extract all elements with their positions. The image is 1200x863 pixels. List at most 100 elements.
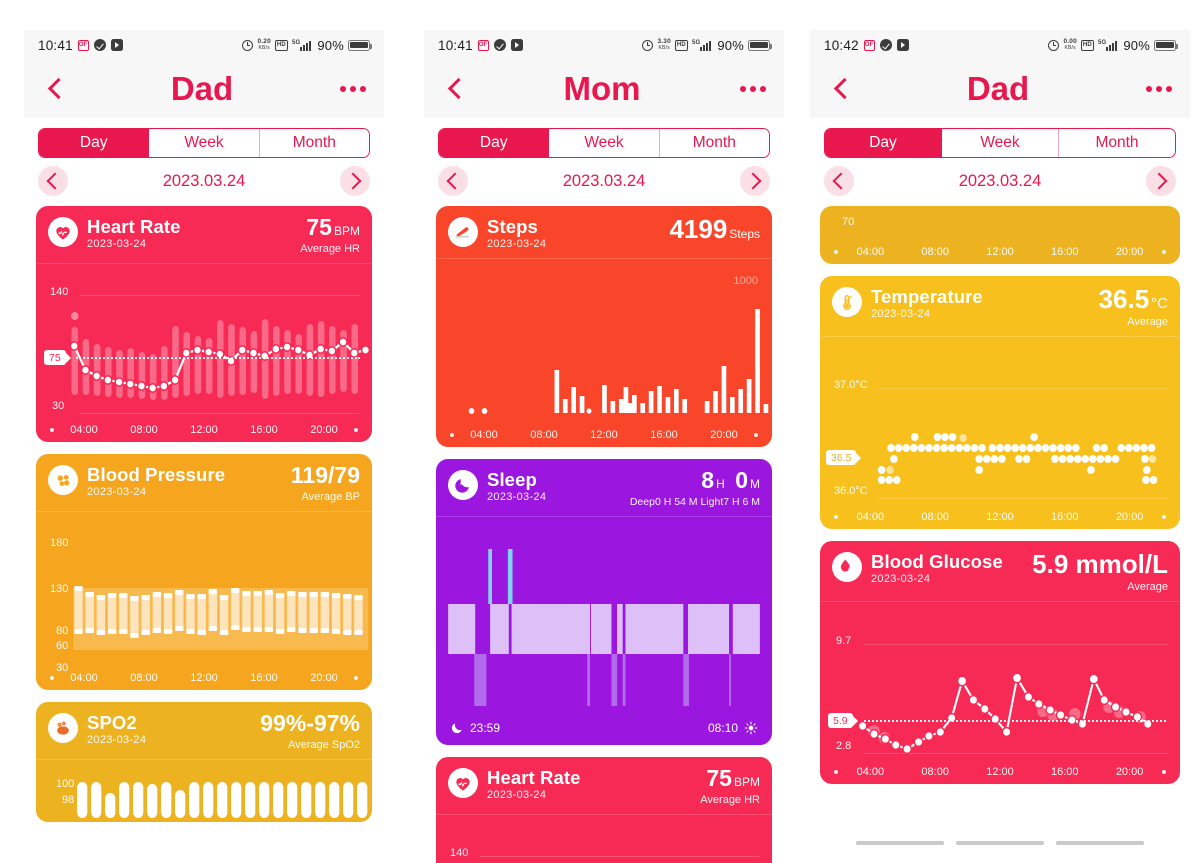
card-value: 119/79	[290, 462, 360, 488]
prev-day-button[interactable]	[438, 166, 468, 196]
card-spo2[interactable]: SPO2 2023-03-24 99%-97% Average SpO2 100…	[36, 702, 372, 822]
heart-rate-icon	[448, 767, 478, 798]
play-square-icon	[896, 39, 909, 51]
card-header: Blood Glucose 2023-03-24 5.9 mmol/L Aver…	[820, 541, 1180, 602]
card-sleep[interactable]: Sleep 2023-03-24 8H 0M Deep0 H 54 M Ligh…	[436, 459, 772, 745]
x-axis: 04:00 08:00 12:00 16:00 20:00	[820, 246, 1180, 258]
card-unit: Steps	[729, 227, 760, 241]
card-header: Heart Rate 2023-03-24 75 BPM Average HR	[436, 757, 772, 815]
back-button[interactable]	[442, 76, 468, 102]
spo2-icon	[48, 713, 78, 743]
battery-percent: 90%	[717, 37, 744, 53]
tab-week[interactable]: Week	[549, 129, 660, 157]
x-axis: 04:00 08:00 12:00 16:00 20:00	[436, 429, 772, 441]
home-indicator-bar	[956, 841, 1044, 845]
prev-day-button[interactable]	[38, 166, 68, 196]
next-day-button[interactable]	[1146, 166, 1176, 196]
tab-day[interactable]: Day	[39, 129, 150, 157]
card-date: 2023-03-24	[87, 486, 147, 498]
card-title: Steps	[487, 216, 538, 237]
sleep-minutes-unit: M	[750, 477, 760, 491]
tab-month[interactable]: Month	[1059, 129, 1175, 157]
card-blood-glucose[interactable]: Blood Glucose 2023-03-24 5.9 mmol/L Aver…	[820, 541, 1180, 784]
prev-day-button[interactable]	[824, 166, 854, 196]
card-heart-rate[interactable]: Heart Rate 2023-03-24 75 BPM Average HR 1…	[36, 206, 372, 442]
x-axis: 04:00 08:00 12:00 16:00 20:00	[820, 511, 1180, 523]
nav-bar: Dad	[810, 60, 1190, 118]
tab-month[interactable]: Month	[259, 129, 369, 157]
x-tick: 16:00	[1051, 511, 1079, 523]
heart-rate-icon	[48, 217, 78, 247]
y-axis-70: 70	[842, 216, 855, 228]
x-tick: 04:00	[70, 424, 98, 436]
card-date: 2023-03-24	[871, 573, 931, 585]
spo2-plot	[77, 782, 368, 818]
tab-week[interactable]: Week	[149, 129, 260, 157]
screen-dad-1: 10:41 OF 0.20 KB/s HD 5G 90% Dad Day Wee…	[0, 0, 400, 863]
card-heart-rate[interactable]: Heart Rate 2023-03-24 75 BPM Average HR 1…	[436, 756, 772, 863]
sleep-hours-unit: H	[716, 477, 725, 491]
next-day-button[interactable]	[340, 166, 370, 196]
more-options-button[interactable]	[336, 86, 366, 92]
heart-rate-plot	[69, 312, 371, 400]
x-tick: 08:00	[530, 429, 558, 441]
data-rate: 0.20 KB/s	[257, 38, 270, 51]
date-navigator: 2023.03.24	[24, 158, 384, 206]
x-tick: 12:00	[190, 424, 218, 436]
current-date: 2023.03.24	[562, 171, 646, 190]
more-options-button[interactable]	[1142, 86, 1172, 92]
battery-icon	[748, 39, 772, 51]
x-tick: 12:00	[590, 429, 618, 441]
more-options-button[interactable]	[736, 86, 766, 92]
sleep-start: 23:59	[450, 721, 500, 735]
alarm-icon	[242, 39, 254, 51]
x-tick: 08:00	[921, 246, 949, 258]
x-tick: 04:00	[856, 246, 885, 258]
card-spo2-partial[interactable]: 70 04:00 08:00 12:00 16:00 20:00	[820, 206, 1180, 264]
card-title: Temperature	[871, 286, 983, 307]
card-value: 36.5	[1098, 284, 1150, 314]
card-subtitle: Average HR	[700, 793, 760, 806]
alarm-icon	[642, 39, 654, 51]
x-axis: 04:00 08:00 12:00 16:00 20:00	[36, 672, 372, 684]
app-badge-icon: OF	[77, 39, 89, 51]
average-tag: 36.5	[826, 450, 862, 465]
card-date: 2023-03-24	[871, 308, 931, 320]
blood-glucose-plot	[857, 672, 1153, 755]
heart-rate-chart: 140	[436, 815, 772, 863]
hd-icon: HD	[1080, 39, 1094, 51]
play-square-icon	[510, 39, 523, 51]
card-title: Sleep	[487, 469, 537, 490]
data-rate-unit: KB/s	[258, 45, 270, 51]
tab-week[interactable]: Week	[942, 129, 1059, 157]
card-temperature[interactable]: Temperature 2023-03-24 36.5 °C Average 37…	[820, 276, 1180, 529]
date-navigator: 2023.03.24	[810, 158, 1190, 206]
heart-rate-plot	[473, 862, 477, 863]
x-tick: 20:00	[1115, 511, 1144, 523]
card-value: 75	[706, 764, 732, 791]
back-button[interactable]	[42, 76, 68, 102]
blood-pressure-icon	[48, 465, 78, 495]
sleep-chart	[436, 517, 772, 717]
sleep-minutes: 0	[735, 467, 748, 493]
card-date: 2023-03-24	[87, 238, 147, 250]
x-tick: 16:00	[1051, 246, 1079, 258]
tab-day[interactable]: Day	[825, 129, 942, 157]
next-day-button[interactable]	[740, 166, 770, 196]
period-selector: Day Week Month	[424, 118, 784, 158]
card-steps[interactable]: Steps 2023-03-24 4199 Steps 1000 04:00 0…	[436, 206, 772, 447]
status-time: 10:42	[824, 37, 859, 53]
tab-month[interactable]: Month	[659, 129, 769, 157]
card-title: Blood Pressure	[87, 464, 226, 485]
card-value: 99%-97%	[260, 710, 360, 736]
data-rate-unit: KB/s	[658, 45, 670, 51]
signal-icon: 5G	[692, 40, 712, 51]
data-rate-unit: KB/s	[1064, 45, 1076, 51]
x-tick: 16:00	[1051, 766, 1079, 778]
thermometer-icon	[832, 287, 862, 317]
card-blood-pressure[interactable]: Blood Pressure 2023-03-24 119/79 Average…	[36, 454, 372, 690]
back-button[interactable]	[828, 76, 854, 102]
tab-day[interactable]: Day	[439, 129, 550, 157]
sleep-footer: 23:59 08:10	[436, 717, 772, 745]
card-header: SPO2 2023-03-24 99%-97% Average SpO2	[36, 702, 372, 760]
